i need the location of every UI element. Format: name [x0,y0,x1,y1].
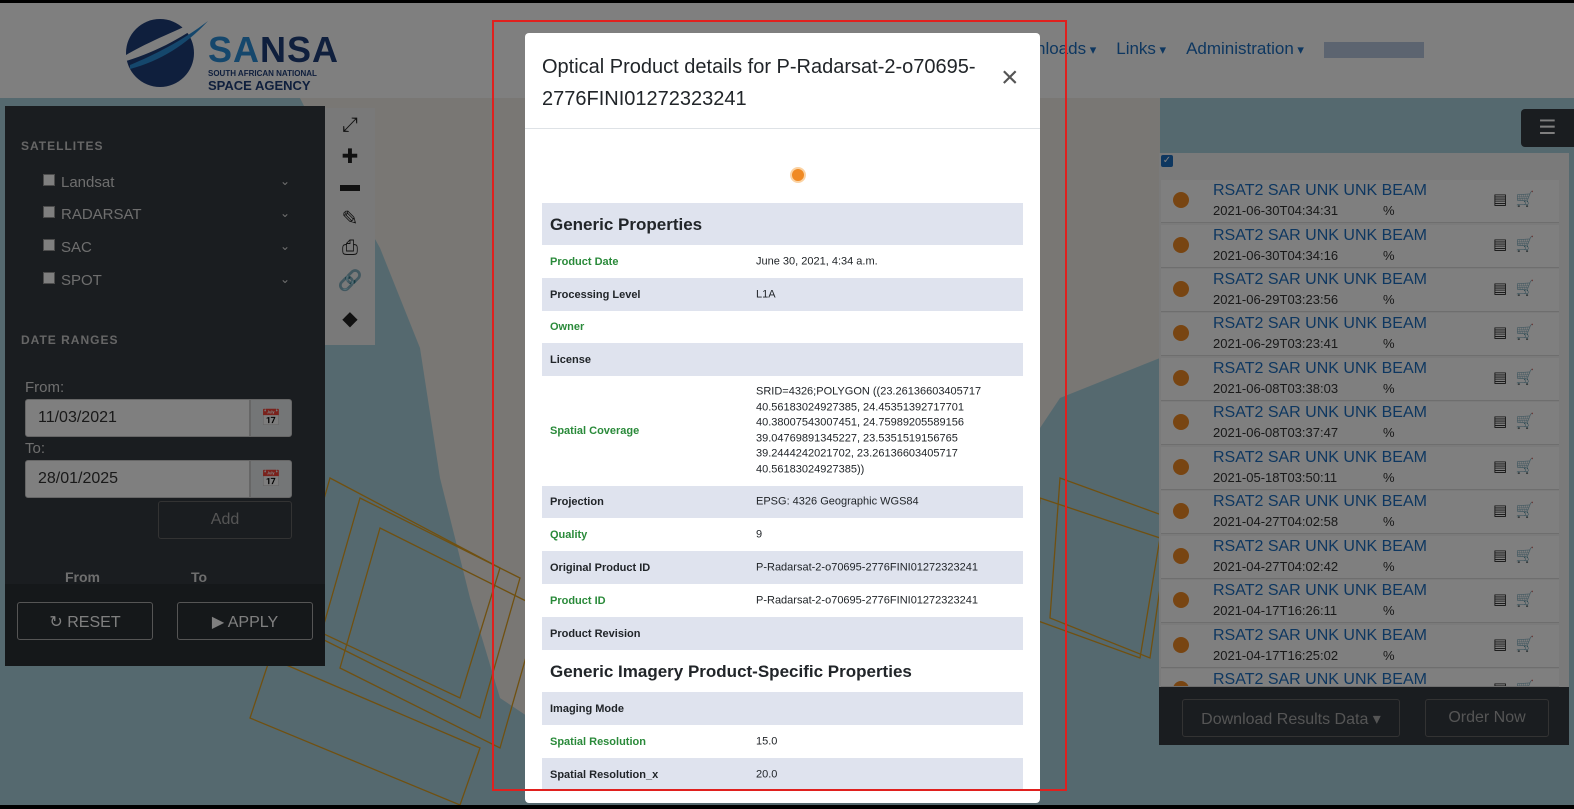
property-row: Product Date June 30, 2021, 4:34 a.m. [542,245,1023,278]
property-row: Spatial Coverage SRID=4326;POLYGON ((23.2… [542,376,1023,486]
product-details-modal: Optical Product details for P-Radarsat-2… [525,33,1040,803]
property-key: Quality [550,528,588,541]
modal-title: Optical Product details for P-Radarsat-2… [542,56,976,110]
generic-properties-heading: Generic Properties [542,203,1023,245]
property-row: Product ID P-Radarsat-2-o70695-2776FINI01… [542,584,1023,617]
property-key: Projection [550,496,604,508]
property-key: Spatial Resolution [550,735,646,748]
modal-header: Optical Product details for P-Radarsat-2… [525,33,1040,129]
property-row: Processing Level L1A [542,278,1023,311]
property-row: Product Revision [542,617,1023,650]
property-key: Imaging Mode [550,702,624,715]
property-key: Spatial Coverage [550,425,640,437]
property-key: Product Date [550,255,619,268]
property-row: Owner [542,311,1023,343]
property-value: 9 [756,527,763,540]
property-key: Product Revision [550,627,641,640]
property-row: Original Product ID P-Radarsat-2-o70695-2… [542,551,1023,584]
property-key: Product ID [550,594,606,607]
property-value: L1A [756,287,776,300]
property-value: 20.0 [756,767,778,780]
property-row: Imaging Mode [542,692,1023,725]
property-key: Spatial Resolution_x [550,768,659,781]
property-row: License [542,343,1023,376]
property-value: P-Radarsat-2-o70695-2776FINI01272323241 [756,593,978,606]
property-value: 15.0 [756,734,778,747]
property-key: Owner [550,321,585,333]
property-value: SRID=4326;POLYGON ((23.26136603405717 40… [756,385,982,476]
property-value: EPSG: 4326 Geographic WGS84 [756,495,919,508]
imagery-properties-heading: Generic Imagery Product-Specific Propert… [550,662,912,681]
property-key: Original Product ID [550,561,651,574]
property-row: Quality 9 [542,518,1023,551]
property-key: Processing Level [550,288,641,301]
property-key: License [550,353,591,366]
property-value: P-Radarsat-2-o70695-2776FINI01272323241 [756,560,978,573]
property-value: June 30, 2021, 4:34 a.m. [756,254,878,267]
property-row: Projection EPSG: 4326 Geographic WGS84 [542,486,1023,518]
property-row: Spatial Resolution_x 20.0 [542,758,1023,791]
property-row: Spatial Resolution 15.0 [542,725,1023,758]
close-icon[interactable]: × [1001,63,1019,93]
product-thumbnail-icon[interactable] [790,167,806,183]
